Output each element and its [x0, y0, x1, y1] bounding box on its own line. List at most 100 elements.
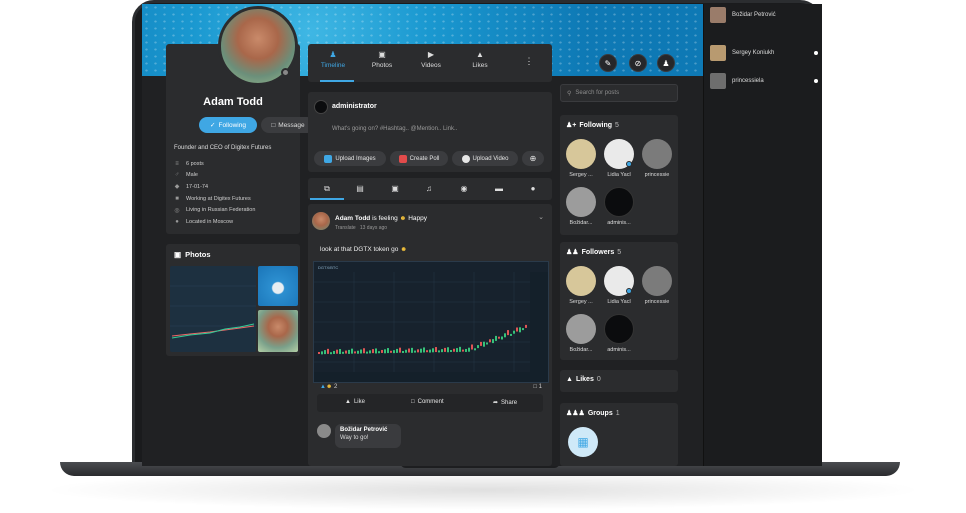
create-poll-button[interactable]: Create Poll — [390, 151, 448, 166]
following-person[interactable]: Lidia Yacl — [602, 139, 636, 178]
info-row: ◆ 17-01-74 — [174, 181, 255, 193]
post-image-chart[interactable]: DGTX/BTC — [313, 261, 549, 383]
image-filter-icon[interactable]: ▣ — [388, 184, 402, 193]
avatar — [566, 139, 596, 169]
rail-user[interactable]: Božidar Petrović — [704, 4, 822, 26]
candle — [324, 350, 326, 355]
music-filter-icon[interactable]: ♫ — [422, 184, 436, 193]
translate-link[interactable]: Translate — [335, 225, 356, 231]
composer-input[interactable]: What's going on? #Hashtag.. @Mention.. L… — [332, 126, 457, 132]
tab-label: Likes — [472, 62, 488, 69]
candle — [399, 347, 401, 353]
upload-video-button[interactable]: Upload Video — [452, 151, 518, 166]
share-button[interactable]: ➦ Share — [493, 399, 517, 407]
text-filter-icon[interactable]: ▤ — [353, 184, 367, 193]
report-button[interactable]: ♟ — [657, 54, 675, 72]
button-label: Upload Video — [472, 155, 509, 162]
photo-thumbnail[interactable] — [258, 310, 298, 352]
users-icon: ♟♟ — [566, 249, 579, 256]
person-name: Lidia Yacl — [607, 172, 631, 178]
candle — [378, 351, 380, 354]
file-filter-icon[interactable]: ▬ — [492, 184, 506, 193]
info-row: ◎ Living in Russian Federation — [174, 204, 255, 216]
comment-icon: □ — [533, 384, 537, 390]
avatar[interactable] — [312, 212, 330, 230]
group-avatar[interactable]: ▦ — [568, 427, 598, 457]
more-options-button[interactable]: ⋮ — [509, 56, 549, 67]
block-button[interactable]: ⊘ — [629, 54, 647, 72]
reaction-summary[interactable]: ▲☻ 2 — [320, 384, 337, 390]
thumb-up-icon: ▲ — [476, 50, 484, 59]
comment-author[interactable]: Božidar Petrović — [340, 427, 396, 433]
comments-count[interactable]: □ 1 — [533, 384, 542, 390]
tab-timeline[interactable]: ♟ Timeline — [313, 50, 353, 69]
likes-count: 0 — [596, 376, 601, 383]
follower-person[interactable]: Sergey ... — [564, 266, 598, 305]
follower-person[interactable]: Lidia Yacl — [602, 266, 636, 305]
post-text: look at that DGTX token go ☻ — [320, 246, 407, 253]
comment-button[interactable]: □ Comment — [411, 399, 444, 405]
candle — [522, 328, 524, 331]
following-button[interactable]: ✓ Following — [199, 117, 257, 133]
candle — [471, 344, 473, 350]
rail-user[interactable]: Sergey Koniukh — [704, 42, 822, 64]
photo-thumbnail[interactable] — [258, 266, 298, 306]
candle — [453, 348, 455, 352]
search-posts-input[interactable]: ⚲ Search for posts — [560, 84, 678, 102]
following-person[interactable]: princessie — [640, 139, 674, 178]
following-person[interactable]: adminis... — [602, 187, 636, 226]
groups-title[interactable]: ♟♟♟ Groups 1 — [566, 409, 620, 418]
tab-likes[interactable]: ▲ Likes — [460, 50, 500, 69]
following-person[interactable]: Božidar... — [564, 187, 598, 226]
like-button[interactable]: ▲ Like — [345, 399, 365, 405]
edit-button[interactable]: ✎ — [599, 54, 617, 72]
rail-user[interactable]: princessiela — [704, 70, 822, 92]
candle — [330, 352, 332, 355]
photo-thumbnail[interactable] — [170, 266, 256, 352]
candle — [498, 336, 500, 339]
info-text: Working at Digitex Futures — [186, 195, 251, 202]
message-button[interactable]: □ Message — [261, 117, 315, 133]
follower-person[interactable]: Božidar... — [564, 314, 598, 353]
globe-icon: ◎ — [174, 207, 180, 214]
avatar[interactable] — [317, 424, 331, 438]
photos-title: ▣ Photos — [174, 250, 211, 259]
candle — [357, 350, 359, 354]
tab-photos[interactable]: ▣ Photos — [362, 50, 402, 69]
comment-text: Way to go! — [340, 435, 369, 441]
video-filter-icon[interactable]: ◉ — [457, 184, 471, 193]
candle — [489, 339, 491, 343]
tab-videos[interactable]: ▶ Videos — [411, 50, 451, 69]
likes-card[interactable]: ▲ Likes 0 — [560, 370, 678, 392]
haha-reaction-icon: ☻ — [325, 384, 333, 390]
info-text: 6 posts — [186, 160, 204, 167]
digitex-logo — [314, 100, 328, 114]
candle — [450, 350, 452, 352]
candle — [327, 348, 329, 354]
candle — [480, 341, 482, 346]
avatar — [604, 266, 634, 296]
more-composer-button[interactable]: ⊕ — [522, 151, 544, 166]
follower-person[interactable]: princessie — [640, 266, 674, 305]
feeling-text: is feeling — [372, 215, 398, 222]
tab-label: Timeline — [320, 62, 346, 69]
candle — [333, 350, 335, 354]
follower-person[interactable]: adminis... — [602, 314, 636, 353]
avatar — [604, 139, 634, 169]
candle — [507, 330, 509, 336]
followers-card: ♟♟ Followers 5 Sergey ... Lidia Yacl pri… — [560, 242, 678, 360]
info-text: Living in Russian Federation — [186, 207, 256, 214]
following-person[interactable]: Sergey ... — [564, 139, 598, 178]
tab-label: Photos — [371, 62, 393, 69]
candle — [441, 349, 443, 353]
avatar — [566, 314, 596, 344]
all-posts-filter-icon[interactable]: ⧉ — [320, 184, 334, 194]
likes-title: ▲ Likes 0 — [566, 376, 601, 383]
following-title[interactable]: ♟+ Following 5 — [566, 121, 619, 130]
followers-title-text: Followers — [581, 248, 615, 256]
upload-images-button[interactable]: Upload Images — [314, 151, 386, 166]
followers-title[interactable]: ♟♟ Followers 5 — [566, 248, 621, 257]
post-author[interactable]: Adam Todd — [335, 215, 370, 222]
chevron-down-icon[interactable]: ⌄ — [538, 213, 544, 221]
location-filter-icon[interactable]: ● — [526, 184, 540, 193]
